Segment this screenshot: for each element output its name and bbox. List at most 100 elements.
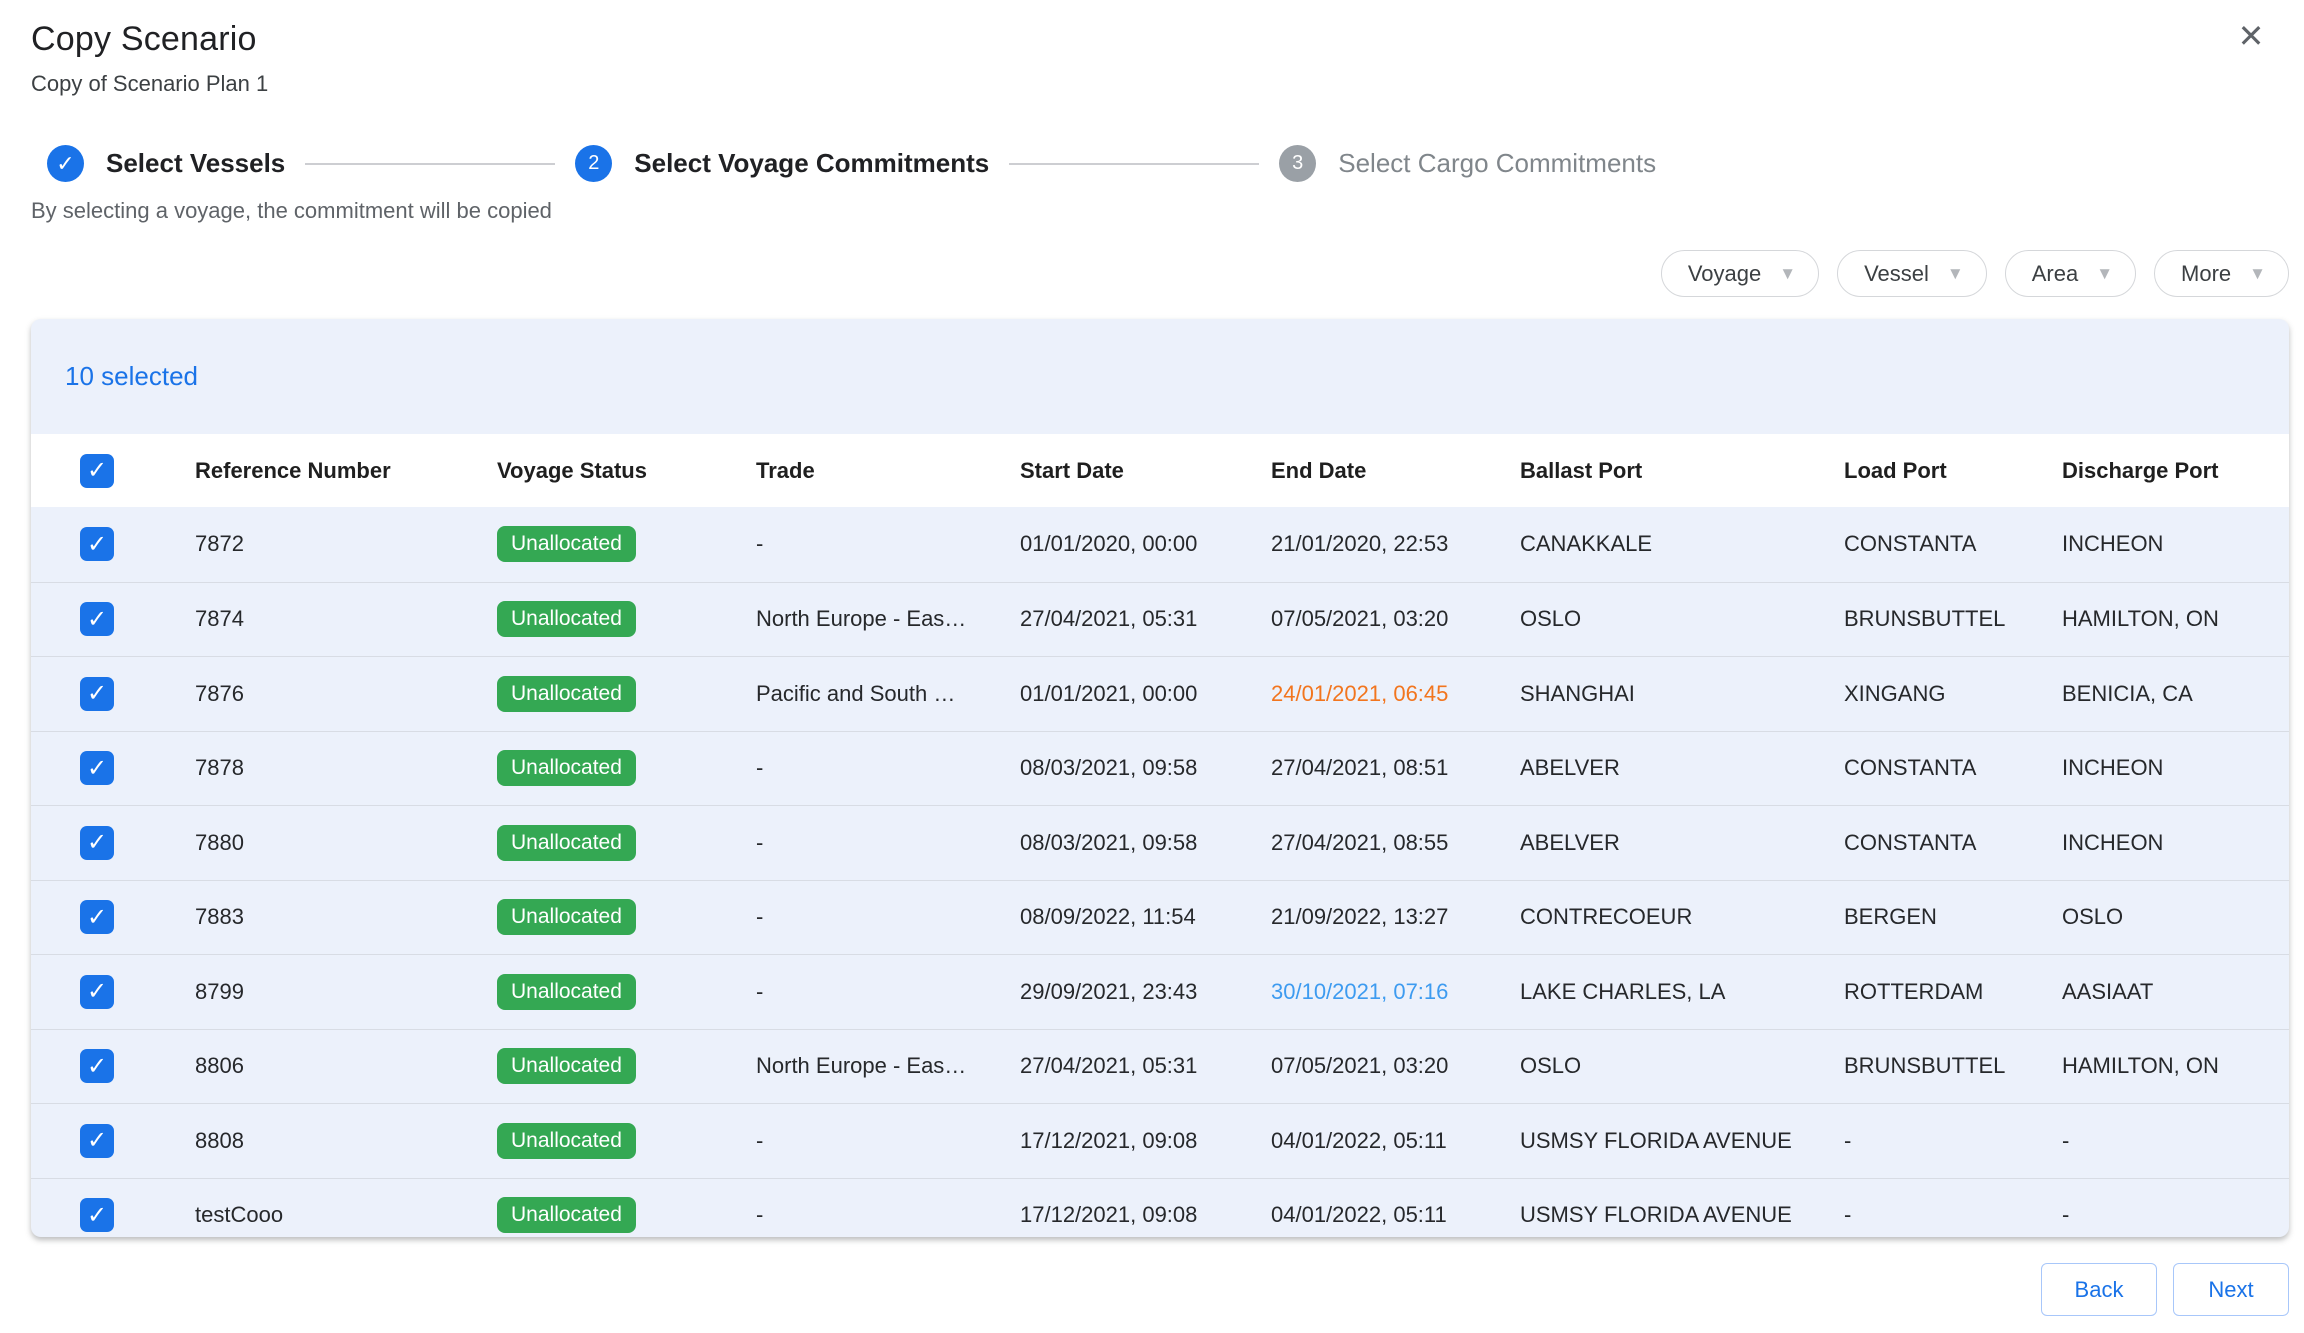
back-button[interactable]: Back [2041, 1263, 2157, 1316]
stepper: ✓ Select Vessels 2 Select Voyage Commitm… [31, 145, 2289, 182]
row-checkbox[interactable]: ✓ [80, 900, 114, 934]
row-checkbox[interactable]: ✓ [80, 527, 114, 561]
end-date: 21/01/2020, 22:53 [1271, 531, 1520, 557]
filter-more-button[interactable]: More ▼ [2154, 250, 2289, 297]
step-select-voyage-commitments[interactable]: 2 Select Voyage Commitments [575, 145, 989, 182]
check-icon: ✓ [87, 828, 107, 857]
select-all-checkbox[interactable]: ✓ [80, 454, 114, 488]
filter-voyage-button[interactable]: Voyage ▼ [1661, 250, 1819, 297]
column-header-voyage-status: Voyage Status [497, 458, 756, 484]
trade: North Europe - Eas… [756, 606, 1020, 632]
status-badge: Unallocated [497, 1123, 636, 1159]
discharge-port: INCHEON [2062, 531, 2289, 557]
step-select-vessels[interactable]: ✓ Select Vessels [47, 145, 285, 182]
row-checkbox[interactable]: ✓ [80, 677, 114, 711]
table-row[interactable]: ✓ 8799 Unallocated - 29/09/2021, 23:43 3… [31, 954, 2289, 1029]
status-badge: Unallocated [497, 750, 636, 786]
check-icon: ✓ [87, 1126, 107, 1155]
start-date: 08/03/2021, 09:58 [1020, 830, 1271, 856]
row-checkbox[interactable]: ✓ [80, 602, 114, 636]
next-button[interactable]: Next [2173, 1263, 2289, 1316]
end-date: 27/04/2021, 08:51 [1271, 755, 1520, 781]
column-header-reference-number: Reference Number [195, 458, 497, 484]
selected-count: 10 selected [65, 361, 198, 392]
dialog-footer: Back Next [31, 1263, 2289, 1316]
table-body: ✓ 7872 Unallocated - 01/01/2020, 00:00 2… [31, 507, 2289, 1237]
row-checkbox[interactable]: ✓ [80, 826, 114, 860]
status-badge: Unallocated [497, 1197, 636, 1233]
status-badge: Unallocated [497, 974, 636, 1010]
reference-number: 7880 [195, 830, 497, 856]
check-icon: ✓ [87, 456, 107, 485]
row-checkbox[interactable]: ✓ [80, 1198, 114, 1232]
table-row[interactable]: ✓ 7878 Unallocated - 08/03/2021, 09:58 2… [31, 731, 2289, 806]
step-number-circle: 2 [575, 145, 612, 182]
column-header-end-date: End Date [1271, 458, 1520, 484]
trade: - [756, 830, 1020, 856]
copy-scenario-dialog: Copy Scenario Copy of Scenario Plan 1 ✕ … [0, 0, 2304, 1333]
start-date: 08/03/2021, 09:58 [1020, 755, 1271, 781]
column-header-trade: Trade [756, 458, 1020, 484]
step-select-cargo-commitments[interactable]: 3 Select Cargo Commitments [1279, 145, 1656, 182]
table-header-row: ✓ Reference Number Voyage Status Trade S… [31, 434, 2289, 507]
start-date: 17/12/2021, 09:08 [1020, 1128, 1271, 1154]
reference-number: 8806 [195, 1053, 497, 1079]
column-header-discharge-port: Discharge Port [2062, 458, 2289, 484]
filter-label: Area [2032, 261, 2078, 287]
load-port: BERGEN [1844, 904, 2062, 930]
row-checkbox[interactable]: ✓ [80, 1049, 114, 1083]
filter-area-button[interactable]: Area ▼ [2005, 250, 2136, 297]
discharge-port: BENICIA, CA [2062, 681, 2289, 707]
trade: - [756, 1128, 1020, 1154]
dialog-header: Copy Scenario Copy of Scenario Plan 1 ✕ [31, 0, 2289, 97]
end-date: 30/10/2021, 07:16 [1271, 979, 1520, 1005]
table-row[interactable]: ✓ 7872 Unallocated - 01/01/2020, 00:00 2… [31, 507, 2289, 582]
close-button[interactable]: ✕ [2227, 12, 2275, 60]
status-badge: Unallocated [497, 526, 636, 562]
table-row[interactable]: ✓ 7880 Unallocated - 08/03/2021, 09:58 2… [31, 805, 2289, 880]
start-date: 27/04/2021, 05:31 [1020, 606, 1271, 632]
end-date: 21/09/2022, 13:27 [1271, 904, 1520, 930]
chevron-down-icon: ▼ [1779, 265, 1796, 282]
load-port: BRUNSBUTTEL [1844, 606, 2062, 632]
table-row[interactable]: ✓ 7883 Unallocated - 08/09/2022, 11:54 2… [31, 880, 2289, 955]
discharge-port: INCHEON [2062, 830, 2289, 856]
discharge-port: AASIAAT [2062, 979, 2289, 1005]
voyage-commitments-panel: 10 selected ✓ Reference Number Voyage St… [31, 319, 2289, 1237]
start-date: 27/04/2021, 05:31 [1020, 1053, 1271, 1079]
load-port: CONSTANTA [1844, 755, 2062, 781]
check-icon: ✓ [56, 153, 74, 175]
ballast-port: CANAKKALE [1520, 531, 1844, 557]
check-icon: ✓ [87, 605, 107, 634]
check-icon: ✓ [87, 1052, 107, 1081]
discharge-port: HAMILTON, ON [2062, 1053, 2289, 1079]
stepper-helper-text: By selecting a voyage, the commitment wi… [31, 198, 2289, 224]
trade: - [756, 904, 1020, 930]
row-checkbox[interactable]: ✓ [80, 975, 114, 1009]
selection-bar: 10 selected [31, 319, 2289, 434]
status-badge: Unallocated [497, 601, 636, 637]
reference-number: 7876 [195, 681, 497, 707]
dialog-title: Copy Scenario [31, 20, 2289, 59]
reference-number: testCooo [195, 1202, 497, 1228]
table-row[interactable]: ✓ 8808 Unallocated - 17/12/2021, 09:08 0… [31, 1103, 2289, 1178]
table-row[interactable]: ✓ 7876 Unallocated Pacific and South … 0… [31, 656, 2289, 731]
step-label: Select Cargo Commitments [1338, 148, 1656, 179]
filter-vessel-button[interactable]: Vessel ▼ [1837, 250, 1987, 297]
row-checkbox[interactable]: ✓ [80, 751, 114, 785]
column-header-ballast-port: Ballast Port [1520, 458, 1844, 484]
table-row[interactable]: ✓ 8806 Unallocated North Europe - Eas… 2… [31, 1029, 2289, 1104]
ballast-port: OSLO [1520, 1053, 1844, 1079]
status-badge: Unallocated [497, 1048, 636, 1084]
table-row[interactable]: ✓ 7874 Unallocated North Europe - Eas… 2… [31, 582, 2289, 657]
reference-number: 7878 [195, 755, 497, 781]
end-date: 07/05/2021, 03:20 [1271, 1053, 1520, 1079]
step-label: Select Vessels [106, 148, 285, 179]
trade: - [756, 755, 1020, 781]
step-number-circle: 3 [1279, 145, 1316, 182]
table-row[interactable]: ✓ testCooo Unallocated - 17/12/2021, 09:… [31, 1178, 2289, 1238]
discharge-port: - [2062, 1128, 2289, 1154]
row-checkbox[interactable]: ✓ [80, 1124, 114, 1158]
filter-label: Vessel [1864, 261, 1929, 287]
status-badge: Unallocated [497, 676, 636, 712]
